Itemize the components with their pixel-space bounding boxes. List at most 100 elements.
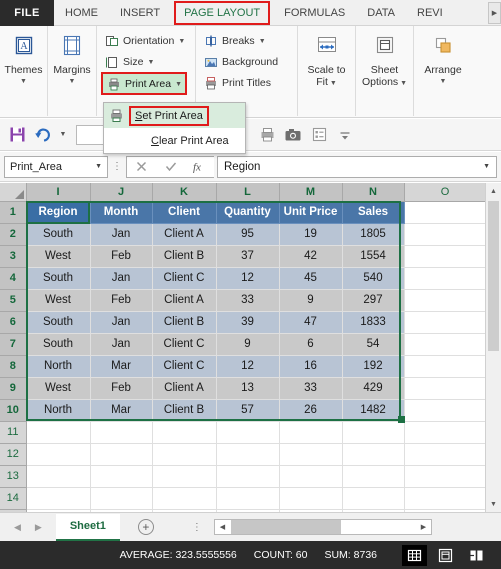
cell-J10[interactable]: Mar	[90, 399, 153, 422]
cell-I4[interactable]: South	[26, 267, 91, 290]
cell-I12[interactable]	[26, 443, 91, 466]
margins-button[interactable]: Margins ▼	[48, 26, 96, 86]
cell-I5[interactable]: West	[26, 289, 91, 312]
tab-page-layout[interactable]: PAGE LAYOUT	[174, 1, 271, 25]
cell-N14[interactable]	[342, 487, 405, 510]
formula-expand-icon[interactable]: ▼	[483, 163, 490, 170]
normal-view-icon[interactable]	[402, 544, 427, 566]
cell-K3[interactable]: Client B	[152, 245, 217, 268]
cell-N5[interactable]: 297	[342, 289, 405, 312]
cell-M12[interactable]	[279, 443, 343, 466]
fx-icon[interactable]: fx	[185, 157, 214, 177]
cell-I13[interactable]	[26, 465, 91, 488]
scroll-down-icon[interactable]: ▼	[486, 496, 501, 512]
sheet-options-button[interactable]: Sheet Options ▼	[356, 26, 413, 88]
cell-L7[interactable]: 9	[216, 333, 280, 356]
cell-L5[interactable]: 33	[216, 289, 280, 312]
row-header-4[interactable]: 4	[0, 267, 27, 290]
cell-L9[interactable]: 13	[216, 377, 280, 400]
cell-L12[interactable]	[216, 443, 280, 466]
cell-M2[interactable]: 19	[279, 223, 343, 246]
cell-M13[interactable]	[279, 465, 343, 488]
cell-L3[interactable]: 37	[216, 245, 280, 268]
sheet-options-caret-icon[interactable]: ▼	[398, 80, 407, 87]
cell-N9[interactable]: 429	[342, 377, 405, 400]
cell-K8[interactable]: Client C	[152, 355, 217, 378]
hscroll-left-icon[interactable]: ◀	[215, 520, 230, 534]
tab-home[interactable]: HOME	[54, 0, 109, 26]
customize-toolbar-icon[interactable]	[334, 124, 356, 146]
background-button[interactable]: Background	[200, 51, 281, 72]
cell-L8[interactable]: 12	[216, 355, 280, 378]
chevron-down-icon[interactable]: ▼	[95, 163, 102, 170]
margins-caret-icon[interactable]: ▼	[69, 77, 76, 86]
row-header-3[interactable]: 3	[0, 245, 27, 268]
cell-I7[interactable]: South	[26, 333, 91, 356]
plus-icon[interactable]: +	[137, 519, 154, 535]
menu-item-clear-print-area[interactable]: Clear Print Area	[104, 128, 245, 153]
cell-L4[interactable]: 12	[216, 267, 280, 290]
cell-N4[interactable]: 540	[342, 267, 405, 290]
cell-K12[interactable]	[152, 443, 217, 466]
cell-M8[interactable]: 16	[279, 355, 343, 378]
cell-K13[interactable]	[152, 465, 217, 488]
hscroll-right-icon[interactable]: ▶	[416, 520, 431, 534]
cell-I6[interactable]: South	[26, 311, 91, 334]
cell-L14[interactable]	[216, 487, 280, 510]
tab-insert[interactable]: INSERT	[109, 0, 171, 26]
menu-item-set-print-area[interactable]: Set Print Area	[104, 103, 245, 128]
horizontal-scroll-thumb[interactable]	[230, 520, 341, 534]
row-header-1[interactable]: 1	[0, 201, 27, 224]
arrow-right-icon[interactable]: ▶	[35, 522, 42, 533]
column-header-J[interactable]: J	[90, 183, 153, 202]
formula-input[interactable]: Region ▼	[217, 155, 497, 178]
cell-J7[interactable]: Jan	[90, 333, 153, 356]
tab-file[interactable]: FILE	[0, 0, 54, 26]
column-header-N[interactable]: N	[342, 183, 405, 202]
column-header-I[interactable]: I	[26, 183, 91, 202]
cell-K14[interactable]	[152, 487, 217, 510]
print-area-caret-icon[interactable]: ▼	[175, 80, 182, 89]
cell-I11[interactable]	[26, 421, 91, 444]
name-box[interactable]: Print_Area ▼	[4, 155, 108, 178]
scale-to-fit-button[interactable]: Scale to Fit ▼	[298, 26, 355, 88]
scale-to-fit-caret-icon[interactable]: ▼	[328, 80, 337, 87]
arrange-caret-icon[interactable]: ▼	[440, 77, 447, 86]
cell-M7[interactable]: 6	[279, 333, 343, 356]
cell-J1[interactable]: Month	[90, 201, 153, 224]
tab-review[interactable]: REVI	[406, 0, 454, 26]
cell-I2[interactable]: South	[26, 223, 91, 246]
cell-K4[interactable]: Client C	[152, 267, 217, 290]
cell-K9[interactable]: Client A	[152, 377, 217, 400]
cell-N12[interactable]	[342, 443, 405, 466]
cell-L13[interactable]	[216, 465, 280, 488]
cell-O6[interactable]	[404, 311, 487, 334]
cell-N6[interactable]: 1833	[342, 311, 405, 334]
arrow-left-icon[interactable]: ◀	[14, 522, 21, 533]
cell-L10[interactable]: 57	[216, 399, 280, 422]
cell-I3[interactable]: West	[26, 245, 91, 268]
column-header-O[interactable]: O	[404, 183, 487, 202]
save-icon[interactable]	[6, 124, 28, 146]
cell-J14[interactable]	[90, 487, 153, 510]
cell-O9[interactable]	[404, 377, 487, 400]
row-header-2[interactable]: 2	[0, 223, 27, 246]
row-header-11[interactable]: 11	[0, 421, 27, 444]
print-preview-icon[interactable]	[256, 124, 278, 146]
row-header-6[interactable]: 6	[0, 311, 27, 334]
cell-I14[interactable]	[26, 487, 91, 510]
cell-O12[interactable]	[404, 443, 487, 466]
cell-J2[interactable]: Jan	[90, 223, 153, 246]
cell-O2[interactable]	[404, 223, 487, 246]
camera-icon[interactable]	[282, 124, 304, 146]
cell-J11[interactable]	[90, 421, 153, 444]
cell-K6[interactable]: Client B	[152, 311, 217, 334]
cell-K7[interactable]: Client C	[152, 333, 217, 356]
cell-K1[interactable]: Client	[152, 201, 217, 224]
cell-J12[interactable]	[90, 443, 153, 466]
column-header-K[interactable]: K	[152, 183, 217, 202]
cell-M1[interactable]: Unit Price	[279, 201, 343, 224]
cell-K11[interactable]	[152, 421, 217, 444]
cell-J4[interactable]: Jan	[90, 267, 153, 290]
cell-N2[interactable]: 1805	[342, 223, 405, 246]
